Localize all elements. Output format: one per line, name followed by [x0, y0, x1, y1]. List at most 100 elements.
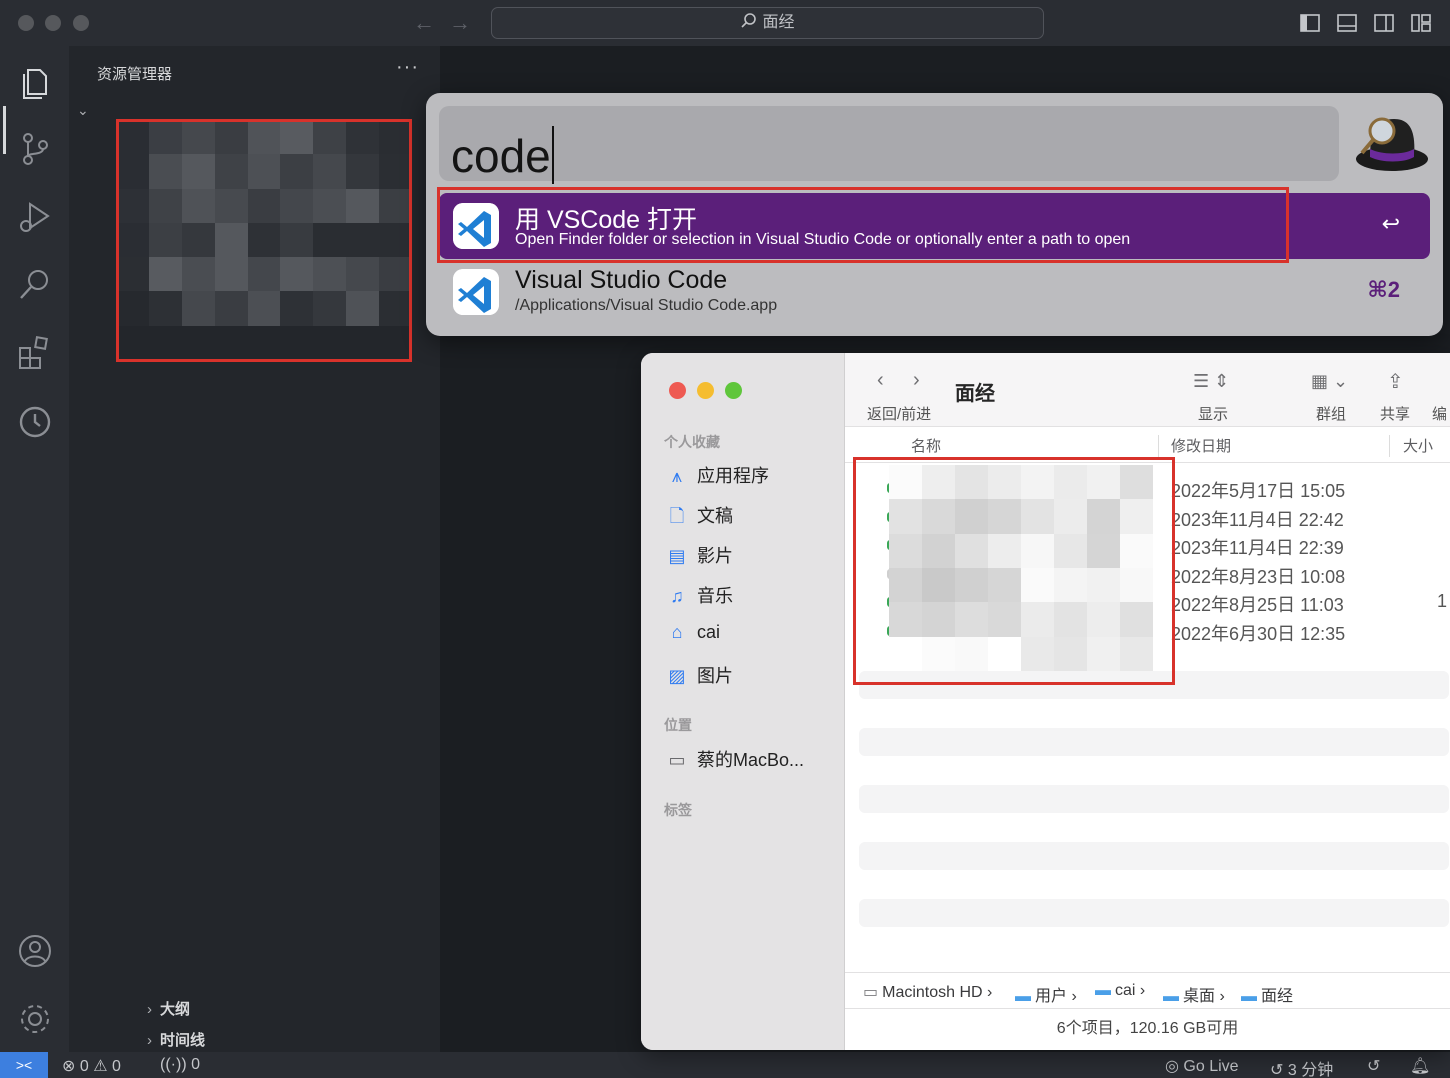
locations-header: 位置 [664, 717, 692, 733]
chevron-right-icon: › [147, 1001, 152, 1018]
back-chevron-icon[interactable]: ‹ [877, 369, 884, 392]
minimize-window-button[interactable] [45, 15, 61, 31]
more-actions-icon[interactable]: ··· [396, 56, 419, 79]
back-arrow-icon[interactable]: ← [413, 10, 435, 36]
settings-gear-icon[interactable] [16, 1000, 54, 1038]
active-indicator [3, 106, 6, 154]
favorites-header: 个人收藏 [664, 434, 720, 450]
status-bar: >< ⊗ 0 ⚠ 0 ((·)) 0 ◎ Go Live ↺ 3 分钟 ↺ 🔔︎ [0, 1052, 1450, 1078]
zoom-window-button[interactable] [73, 15, 89, 31]
toggle-panel-icon[interactable] [1336, 12, 1358, 34]
group-label: 群组 [1316, 406, 1347, 423]
highlight-box-alfred [437, 187, 1289, 263]
column-divider [1158, 435, 1159, 457]
document-icon: 🗋︎ [669, 506, 685, 526]
pictures-icon: ▨ [668, 666, 686, 686]
zoom-window-button[interactable] [725, 382, 742, 399]
extensions-icon[interactable] [16, 334, 54, 372]
alfred-hat-icon [1356, 117, 1428, 171]
close-window-button[interactable] [669, 382, 686, 399]
alfred-search-input[interactable]: code [439, 106, 1339, 184]
empty-row-stripe [859, 785, 1449, 813]
search-icon[interactable] [16, 266, 54, 304]
sidebar-item-pictures[interactable]: ▨ 图片 [665, 662, 733, 688]
activity-bar [0, 46, 69, 1052]
timeline-clock-icon[interactable] [16, 402, 54, 440]
outline-label: 大纲 [160, 1001, 191, 1018]
highlight-box-finder [853, 457, 1175, 685]
tags-header: 标签 [664, 802, 692, 818]
command-center-search[interactable]: 面经 [491, 7, 1044, 39]
toggle-secondary-sidebar-icon[interactable] [1373, 12, 1395, 34]
film-icon: ▤ [668, 546, 686, 566]
broadcast-icon: ◎ [1165, 1058, 1179, 1075]
sidebar-item-documents[interactable]: 🗋︎ 文稿 [665, 502, 733, 534]
finder-toolbar: ‹ › 返回/前进 面经 ☰ ⇕ 显示 ▦ ⌄ 群组 ⇪ 共享 编 [845, 353, 1450, 427]
toggle-primary-sidebar-icon[interactable] [1299, 12, 1321, 34]
alfred-result-vscode-app[interactable]: Visual Studio Code /Applications/Visual … [439, 259, 1430, 325]
path-bar: ▭ Macintosh HD › ▬ 用户 › ▬ cai › ▬ 桌面 › ▬ 面经 [845, 972, 1450, 1008]
column-name[interactable]: 名称 [911, 435, 941, 456]
chevron-right-icon: › [147, 1032, 152, 1049]
remote-indicator-icon[interactable]: >< [0, 1052, 48, 1078]
forward-chevron-icon[interactable]: › [913, 369, 920, 392]
problems-status[interactable]: ⊗ 0 ⚠ 0 [62, 1056, 121, 1076]
column-modified[interactable]: 修改日期 [1171, 435, 1231, 456]
empty-row-stripe [859, 899, 1449, 927]
command-center-label: 面经 [762, 14, 795, 31]
ports-status[interactable]: ((·)) 0 [160, 1056, 200, 1074]
search-icon [741, 13, 757, 28]
broadcast-icon: ((·)) [160, 1056, 187, 1073]
sidebar-item-applications[interactable]: ⩚ 应用程序 [665, 462, 769, 488]
folder-icon: ▬ [1163, 988, 1179, 1005]
path-segment[interactable]: ▬ cai › [1095, 982, 1145, 1000]
share-label: 共享 [1380, 406, 1411, 423]
sidebar-item-home[interactable]: ⌂ cai [665, 622, 720, 643]
path-segment[interactable]: ▬ 桌面 › [1163, 982, 1225, 1006]
vscode-icon [453, 269, 499, 315]
alfred-query-text: code [451, 130, 551, 182]
list-view-icon[interactable]: ☰ ⇕ [1193, 371, 1229, 392]
timeline-label: 时间线 [160, 1032, 206, 1049]
finder-window-title: 面经 [955, 383, 995, 405]
back-forward-label: 返回/前进 [867, 406, 932, 423]
error-icon: ⊗ [62, 1058, 76, 1075]
close-window-button[interactable] [18, 15, 34, 31]
text-caret [551, 126, 554, 184]
sidebar-item-macbook[interactable]: ▭ 蔡的MacBo... [665, 746, 804, 772]
laptop-icon: ▭ [668, 750, 686, 770]
chevron-down-icon[interactable]: ⌄ [77, 102, 89, 119]
path-segment[interactable]: ▭ Macintosh HD › [863, 982, 992, 1002]
sidebar-item-movies[interactable]: ▤ 影片 [665, 542, 733, 568]
source-control-icon[interactable] [16, 130, 54, 168]
group-icon[interactable]: ▦ ⌄ [1311, 371, 1348, 392]
edit-label: 编 [1432, 406, 1448, 423]
view-label: 显示 [1198, 406, 1229, 423]
explorer-icon[interactable] [16, 62, 54, 100]
run-debug-icon[interactable] [16, 198, 54, 236]
outline-section[interactable]: › 大纲 [147, 998, 190, 1019]
history-icon: ↺ [1270, 1062, 1284, 1078]
return-key-icon: ↩ [1381, 211, 1400, 236]
customize-layout-icon[interactable] [1410, 12, 1432, 34]
warning-icon: ⚠ [93, 1058, 108, 1075]
history-icon[interactable]: ↺ [1367, 1056, 1380, 1076]
finder-sidebar: 个人收藏 ⩚ 应用程序 🗋︎ 文稿 ▤ 影片 ♫ 音乐 ⌂ cai ▨ 图片 位置 ▭ 蔡的M… [641, 353, 845, 1050]
minimize-window-button[interactable] [697, 382, 714, 399]
path-segment[interactable]: ▬ 用户 › [1015, 982, 1077, 1006]
applications-icon: ⩚ [671, 466, 683, 486]
result-subtitle: /Applications/Visual Studio Code.app [515, 297, 778, 314]
notifications-bell-icon[interactable]: 🔔︎ [1410, 1056, 1430, 1076]
share-icon[interactable]: ⇪ [1387, 369, 1404, 394]
result-title: Visual Studio Code [515, 266, 728, 294]
vscode-titlebar: ← → 面经 [0, 0, 1450, 46]
accounts-icon[interactable] [16, 932, 54, 970]
sidebar-item-music[interactable]: ♫ 音乐 [665, 582, 733, 608]
time-tracker[interactable]: ↺ 3 分钟 [1270, 1056, 1333, 1078]
timeline-section[interactable]: › 时间线 [147, 1029, 205, 1050]
music-icon: ♫ [670, 586, 684, 606]
column-size[interactable]: 大小 [1403, 435, 1433, 456]
path-segment[interactable]: ▬ 面经 [1241, 982, 1293, 1006]
forward-arrow-icon[interactable]: → [449, 10, 471, 36]
go-live-button[interactable]: ◎ Go Live [1165, 1056, 1239, 1076]
